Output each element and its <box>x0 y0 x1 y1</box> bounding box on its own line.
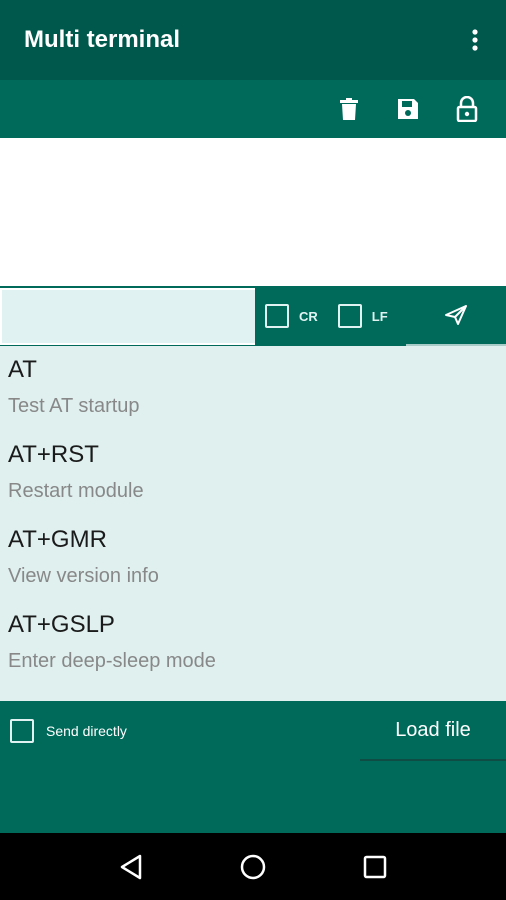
send-button[interactable] <box>406 286 506 346</box>
cr-checkbox[interactable]: CR <box>265 304 318 328</box>
lf-label: LF <box>371 308 388 324</box>
command-description: Enter deep-sleep mode <box>8 650 216 672</box>
command-list: AT Test AT startup AT+RST Restart module… <box>0 346 506 701</box>
send-icon <box>445 305 467 325</box>
system-nav-bar <box>0 833 506 900</box>
command-description: Restart module <box>8 480 144 502</box>
back-triangle-icon[interactable] <box>101 837 161 897</box>
cr-checkbox-box[interactable] <box>265 304 289 328</box>
lf-checkbox-box[interactable] <box>337 304 362 328</box>
send-directly-checkbox-box[interactable] <box>10 719 34 743</box>
recents-square-icon[interactable] <box>345 837 405 897</box>
list-item-at-gslp[interactable]: AT+GSLP Enter deep-sleep mode <box>0 601 506 686</box>
lock-icon[interactable] <box>437 80 496 138</box>
app-title: Multi terminal <box>24 26 181 53</box>
load-file-button[interactable]: Load file <box>360 701 506 761</box>
bottom-bar: Send directly Load file <box>0 701 506 833</box>
list-item-at-gmr[interactable]: AT+GMR View version info <box>0 516 506 601</box>
home-circle-icon[interactable] <box>223 837 283 897</box>
cr-label: CR <box>299 308 318 324</box>
list-item-at[interactable]: AT Test AT startup <box>0 346 506 431</box>
command-description: View version info <box>8 565 159 587</box>
command-name: AT+RST <box>8 441 99 468</box>
toolbar <box>0 80 506 138</box>
command-input[interactable] <box>0 288 255 345</box>
command-name: AT+GMR <box>8 526 107 553</box>
more-vert-icon[interactable] <box>451 0 499 80</box>
command-name: AT+GSLP <box>8 611 115 638</box>
send-directly-checkbox[interactable]: Send directly <box>10 719 127 743</box>
lf-checkbox[interactable]: LF <box>337 304 388 328</box>
app-bar: Multi terminal <box>0 0 506 80</box>
trash-icon[interactable] <box>319 80 378 138</box>
command-input-row: CR LF <box>0 286 506 346</box>
list-item-at-rst[interactable]: AT+RST Restart module <box>0 431 506 516</box>
command-description: Test AT startup <box>8 395 140 417</box>
terminal-output[interactable] <box>0 138 506 286</box>
send-directly-label: Send directly <box>46 723 127 739</box>
command-name: AT <box>8 356 37 383</box>
save-icon[interactable] <box>378 80 437 138</box>
